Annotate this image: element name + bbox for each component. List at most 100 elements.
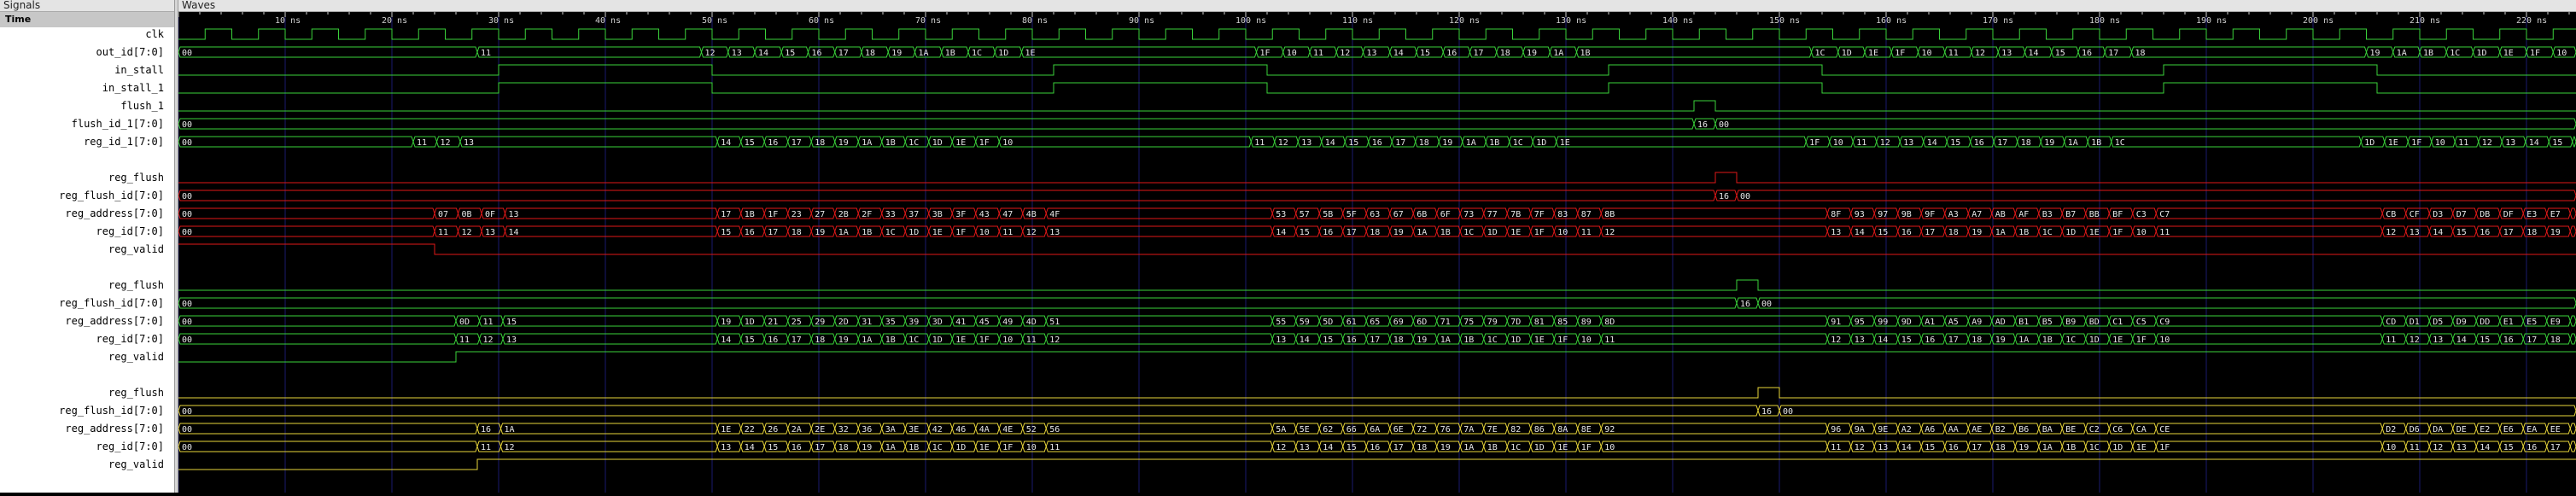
bus-value: 18 [1370,228,1380,237]
bus-value: 1C [2042,228,2053,237]
bus-segment [1575,46,1813,58]
bus-segment [1600,441,1828,452]
signal-name[interactable]: reg_id[7:0] [96,438,164,455]
signal-name[interactable]: in_stall_1 [102,79,164,96]
bus-value: C9 [2159,318,2170,327]
bus-value: 91 [1831,318,1841,327]
signal-name[interactable]: reg_valid [108,456,164,473]
bus-value: 19 [2370,49,2380,58]
bus-value: 10 [2386,443,2396,452]
bus-segment [1600,225,1828,237]
signal-name[interactable]: reg_address[7:0] [65,312,164,330]
bus-wave: 00 11 12 13 14 15 16 17 18 19 1A 1B 1C 1D 1E 1F 10 11 12 13… [178,333,2576,345]
signal-name[interactable]: clk [145,26,164,43]
bus-value: 65 [1370,318,1380,327]
bus-value: 00 [182,407,192,417]
time-label: 150 ns [1769,16,1800,26]
bus-value: 16 [1372,138,1382,148]
bus-value: 1A [2397,49,2407,58]
bus-value: 1A [862,336,872,345]
bus-value: 27 [815,210,825,219]
bus-value: 16 [2082,49,2092,58]
bus-value: 13 [1903,138,1913,148]
bus-value: 18 [2526,228,2537,237]
bus-value: 17 [1474,49,1484,58]
bus-segment [1045,423,1273,435]
bus-value: BA [2042,425,2053,435]
bus-value: 67 [1393,210,1404,219]
bus-segment [2155,423,2383,435]
bus-wave: 00 11 12 13 14 15 16 17 18 19 1A 1B 1C 1D 1E 1F 10 11 12 13… [178,441,2576,452]
bus-value: 13 [1855,336,1865,345]
signal-name[interactable]: reg_id_1[7:0] [84,133,164,150]
signal-name[interactable]: reg_flush_id[7:0] [59,402,164,419]
bus-value: 1C [885,228,896,237]
bus-value: 16 [2503,336,2514,345]
bit-wave [178,387,2576,399]
bus-value: 86 [1534,425,1545,435]
signal-name[interactable]: reg_flush_id[7:0] [59,295,164,312]
time-label: Time [5,14,32,25]
bus-value: AA [1948,425,1959,435]
bus-value: C3 [2136,210,2147,219]
signal-name[interactable]: reg_valid [108,348,164,365]
bus-value: 18 [815,336,825,345]
bus-value: 1C [908,138,919,148]
bus-value: 0F [485,210,495,219]
signal-name[interactable]: reg_valid [108,241,164,258]
bus-value: 14 [721,336,731,345]
bus-value: 4B [1026,210,1037,219]
signal-name[interactable]: reg_id[7:0] [96,330,164,347]
bus-value: 12 [1880,138,1890,148]
signal-name[interactable]: reg_flush [108,277,164,294]
bus-value: 1E [721,425,731,435]
bus-value: 10 [1026,443,1037,452]
bus-segment [2130,46,2368,58]
bus-segment [178,333,457,345]
signal-name[interactable]: reg_address[7:0] [65,420,164,437]
bus-value: 15 [1348,138,1358,148]
bus-value: 11 [459,336,470,345]
bus-value: 19 [1995,336,2006,345]
signal-name[interactable]: reg_flush_id[7:0] [59,187,164,204]
bus-value: 3E [908,425,919,435]
signal-name[interactable]: flush_1 [120,97,164,114]
signals-panel[interactable]: Time clk out_id[7:0] in_stall in_stall_1 flu… [0,12,174,493]
bus-value: 11 [481,49,491,58]
bus-value: 16 [1446,49,1457,58]
signal-name[interactable]: in_stall [114,61,164,79]
signal-name[interactable]: out_id[7:0] [96,44,164,61]
bus-value: 15 [1300,228,1310,237]
bus-value: DA [2433,425,2443,435]
bus-value: 15 [2055,49,2065,58]
bus-value: 10 [1557,228,1568,237]
bus-value: BD [2089,318,2100,327]
signal-name[interactable]: reg_flush [108,384,164,401]
bus-value: 85 [1557,318,1568,327]
bus-value: 13 [2410,228,2420,237]
bus-value: 11 [1948,49,1959,58]
bus-value: 10 [1002,336,1013,345]
waves-panel[interactable]: 10 ns 20 ns 30 ns 40 ns 50 ns 60 ns 70 ns 80 ns… [178,12,2576,493]
signal-name[interactable]: reg_address[7:0] [65,205,164,222]
bus-value: 18 [1417,443,1427,452]
bus-value: 6B [1417,210,1427,219]
bus-value: 1D [908,228,919,237]
bus-value: 00 [182,300,192,309]
waveform-canvas[interactable]: 10 ns 20 ns 30 ns 40 ns 50 ns 60 ns 70 ns 80 ns… [178,12,2576,493]
signal-name[interactable]: reg_flush [108,169,164,186]
bus-value: 1C [2065,336,2076,345]
bus-value: B3 [2042,210,2053,219]
bus-value: 1E [1868,49,1878,58]
bus-value: 75 [1463,318,1474,327]
bus-value: 66 [1346,425,1357,435]
bus-segment [1556,136,1807,148]
bus-value: 13 [2505,138,2515,148]
bus-value: 1D [1534,443,1545,452]
bus-value: 1F [979,138,990,148]
bus-value: 17 [838,49,849,58]
signal-name[interactable]: reg_id[7:0] [96,223,164,240]
bus-value: 1A [838,228,849,237]
time-label: 10 ns [275,16,301,26]
signal-name[interactable]: flush_id_1[7:0] [72,115,164,132]
